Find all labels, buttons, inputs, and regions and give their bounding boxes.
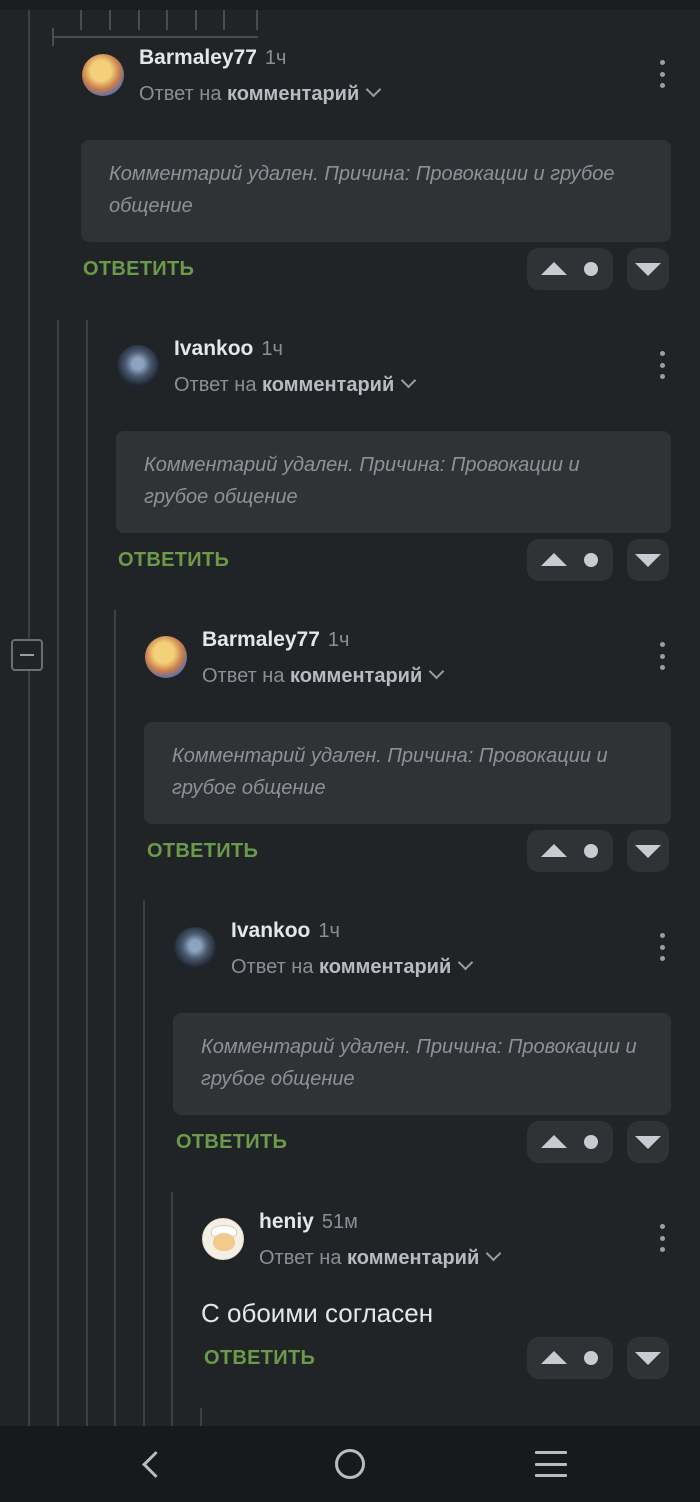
upvote-button[interactable] (527, 830, 613, 872)
rating-dot (584, 844, 598, 858)
hamburger-icon[interactable] (535, 1451, 567, 1477)
rating-dot (584, 1135, 598, 1149)
thread-line (114, 610, 116, 1426)
triangle-up-icon (541, 1351, 567, 1364)
thread-line (57, 320, 59, 1426)
thread-line (171, 1192, 173, 1426)
comment-author[interactable]: Barmaley77 1ч (139, 46, 286, 70)
comment-author[interactable]: Barmaley77 1ч (202, 628, 349, 652)
avatar[interactable] (174, 927, 216, 969)
thread-line (86, 320, 88, 1426)
comment-body: Комментарий удален. Причина: Провокации … (144, 722, 671, 824)
chevron-down-icon (400, 372, 417, 389)
kebab-icon[interactable] (659, 1224, 665, 1252)
upvote-button[interactable] (527, 248, 613, 290)
chevron-left-icon[interactable] (138, 1449, 166, 1477)
triangle-down-icon (635, 263, 661, 276)
thread-stub (52, 10, 258, 46)
triangle-down-icon (635, 1352, 661, 1365)
kebab-icon[interactable] (659, 60, 665, 88)
avatar[interactable] (145, 636, 187, 678)
comment-body: С обоими согласен (201, 1298, 434, 1328)
thread-line (143, 900, 145, 1426)
chevron-down-icon (428, 663, 445, 680)
triangle-up-icon (541, 844, 567, 857)
comment-author[interactable]: Ivankoo 1ч (231, 919, 340, 943)
reply-to[interactable]: Ответ на комментарий (259, 1245, 502, 1270)
kebab-icon[interactable] (659, 642, 665, 670)
comment-body: Комментарий удален. Причина: Провокации … (116, 431, 671, 533)
chevron-down-icon (485, 1245, 502, 1262)
upvote-button[interactable] (527, 1121, 613, 1163)
comment-author[interactable]: heniy 51м (259, 1210, 358, 1234)
avatar[interactable] (117, 345, 159, 387)
comment-time: 1ч (264, 47, 287, 69)
downvote-button[interactable] (627, 830, 669, 872)
system-navigation-bar (0, 1426, 700, 1502)
thread-line (28, 671, 30, 1426)
upvote-button[interactable] (527, 539, 613, 581)
chevron-down-icon (457, 954, 474, 971)
minus-icon (20, 654, 34, 656)
reply-to[interactable]: Ответ на комментарий (139, 81, 382, 106)
face-icon (213, 1233, 235, 1251)
reply-to[interactable]: Ответ на комментарий (202, 663, 445, 688)
circle-icon[interactable] (335, 1449, 365, 1479)
avatar[interactable] (202, 1218, 244, 1260)
thread-line (28, 10, 30, 639)
triangle-up-icon (541, 553, 567, 566)
triangle-down-icon (635, 554, 661, 567)
avatar[interactable] (82, 54, 124, 96)
kebab-icon[interactable] (659, 351, 665, 379)
triangle-up-icon (541, 1135, 567, 1148)
comment-time: 1ч (261, 338, 283, 360)
rating-dot (584, 262, 598, 276)
comment-time: 1ч (318, 920, 340, 942)
downvote-button[interactable] (627, 1121, 669, 1163)
status-bar-edge (0, 0, 700, 10)
thread-line (200, 1408, 202, 1426)
comment-time: 51м (321, 1211, 358, 1233)
reply-button[interactable]: ОТВЕТИТЬ (147, 840, 258, 863)
triangle-down-icon (635, 845, 661, 858)
reply-button[interactable]: ОТВЕТИТЬ (118, 549, 229, 572)
reply-to[interactable]: Ответ на комментарий (174, 372, 417, 397)
reply-button[interactable]: ОТВЕТИТЬ (83, 258, 194, 281)
upvote-button[interactable] (527, 1337, 613, 1379)
triangle-down-icon (635, 1136, 661, 1149)
kebab-icon[interactable] (659, 933, 665, 961)
downvote-button[interactable] (627, 539, 669, 581)
rating-dot (584, 553, 598, 567)
comment-author[interactable]: Ivankoo 1ч (174, 337, 283, 361)
reply-button[interactable]: ОТВЕТИТЬ (176, 1131, 287, 1154)
triangle-up-icon (541, 262, 567, 275)
reply-to[interactable]: Ответ на комментарий (231, 954, 474, 979)
comment-time: 1ч (327, 629, 350, 651)
downvote-button[interactable] (627, 1337, 669, 1379)
downvote-button[interactable] (627, 248, 669, 290)
rating-dot (584, 1351, 598, 1365)
chevron-down-icon (365, 81, 382, 98)
comment-body: Комментарий удален. Причина: Провокации … (81, 140, 671, 242)
reply-button[interactable]: ОТВЕТИТЬ (204, 1347, 315, 1370)
collapse-thread-button[interactable] (11, 639, 43, 671)
comment-body: Комментарий удален. Причина: Провокации … (173, 1013, 671, 1115)
